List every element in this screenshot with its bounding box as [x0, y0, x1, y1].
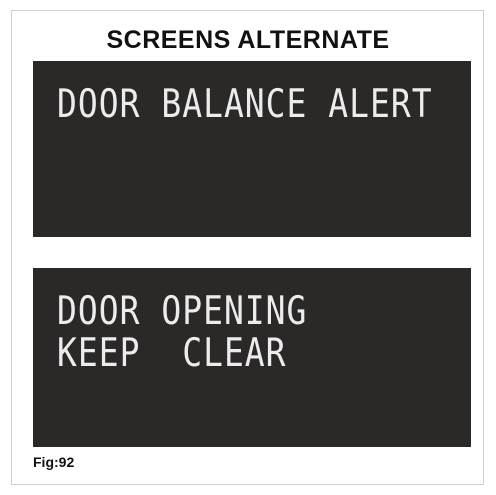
screen-1-line-1: DOOR BALANCE ALERT [57, 80, 433, 127]
screen-2-line-2: KEEP CLEAR [57, 329, 287, 376]
display-screen-2: DOOR OPENING KEEP CLEAR [33, 268, 471, 447]
figure-heading: SCREENS ALTERNATE [106, 26, 390, 54]
figure-caption: Fig:92 [33, 454, 75, 470]
display-screen-1: DOOR BALANCE ALERT [33, 61, 471, 237]
